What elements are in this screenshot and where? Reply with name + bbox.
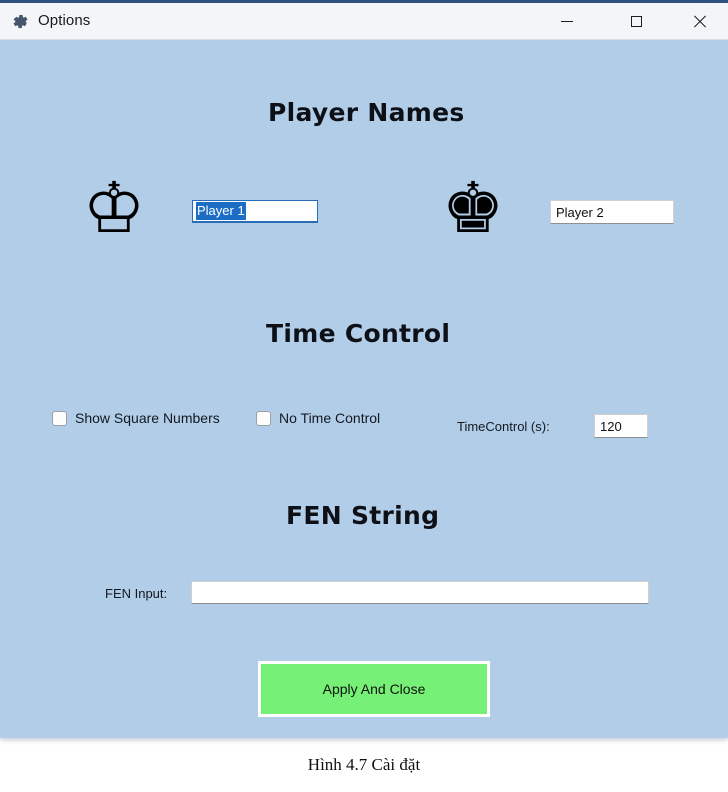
fen-string-heading: FEN String [286,501,440,530]
figure-caption: Hình 4.7 Cài đặt [307,755,421,774]
options-window: Options Player Names ♔ Player 1 ♚ Player… [0,0,728,738]
minimize-button[interactable] [544,3,590,40]
no-time-control-label: No Time Control [279,410,381,426]
checkbox-box-icon [52,410,67,426]
fen-input-label: FEN Input: [105,586,168,601]
page-root: Options Player Names ♔ Player 1 ♚ Player… [0,0,728,792]
close-icon [693,15,706,28]
player-names-heading: Player Names [268,98,465,127]
show-square-numbers-checkbox[interactable]: Show Square Numbers [52,410,220,426]
show-square-numbers-label: Show Square Numbers [75,410,220,426]
gear-icon [9,11,30,32]
title-bar: Options [0,3,728,40]
timecontrol-field-label: TimeControl (s): [457,419,550,434]
dialog-body: Player Names ♔ Player 1 ♚ Player 2 Time … [0,41,728,738]
timecontrol-seconds-value: 120 [600,418,622,434]
checkbox-box-icon [256,410,271,426]
player2-name-input[interactable]: Player 2 [550,200,674,224]
player2-name-value: Player 2 [556,204,604,220]
close-button[interactable] [676,3,722,40]
time-control-heading: Time Control [266,319,451,348]
apply-and-close-label: Apply And Close [322,681,426,697]
maximize-button[interactable] [613,3,659,40]
minimize-icon [561,21,573,22]
player1-name-input[interactable]: Player 1 [192,200,318,223]
player1-name-value: Player 1 [196,202,246,220]
timecontrol-seconds-input[interactable]: 120 [594,414,648,438]
window-title: Options [38,12,91,29]
no-time-control-checkbox[interactable]: No Time Control [256,410,380,426]
white-king-icon: ♔ [82,167,146,249]
apply-and-close-button[interactable]: Apply And Close [258,661,490,717]
black-king-icon: ♚ [441,167,505,249]
maximize-icon [630,16,642,27]
fen-string-input[interactable] [191,581,649,604]
